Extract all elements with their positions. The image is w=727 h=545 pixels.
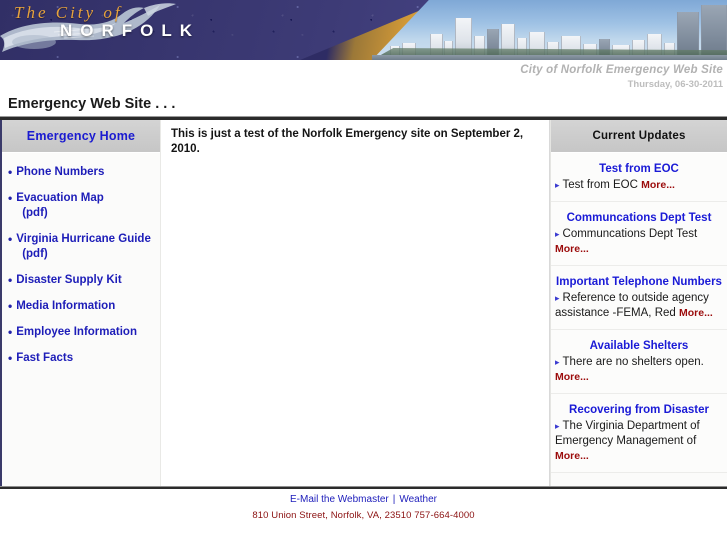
updates-header-label: Current Updates bbox=[592, 130, 686, 142]
main-layout: Emergency Home • Phone Numbers • Evacuat… bbox=[0, 120, 727, 486]
update-more-link[interactable]: More... bbox=[641, 179, 675, 191]
footer-links: E-Mail the Webmaster | Weather bbox=[0, 494, 727, 505]
page-title: Emergency Web Site . . . bbox=[8, 96, 176, 112]
sidebar-item-sublabel: (pdf) bbox=[22, 207, 48, 219]
site-subtitle: City of Norfolk Emergency Web Site bbox=[520, 64, 723, 76]
bullet-icon: • bbox=[8, 165, 13, 179]
update-item: Recovering from Disaster ▸ The Virginia D… bbox=[551, 394, 727, 473]
sidebar-item-label: Media Information bbox=[16, 300, 116, 312]
sidebar-item-label: Employee Information bbox=[16, 326, 137, 338]
updates-header: Current Updates bbox=[551, 120, 727, 153]
sidebar-item-label: Evacuation Map bbox=[16, 192, 104, 204]
sidebar: Emergency Home • Phone Numbers • Evacuat… bbox=[0, 120, 161, 486]
sidebar-item-label: Disaster Supply Kit bbox=[16, 274, 122, 286]
arrow-right-icon: ▸ bbox=[555, 293, 560, 303]
update-more-link[interactable]: More... bbox=[555, 371, 589, 383]
bullet-icon: • bbox=[8, 232, 13, 246]
update-body-text: Test from EOC bbox=[562, 179, 638, 191]
update-body: ▸ The Virginia Department of Emergency Ma… bbox=[555, 419, 723, 464]
footer: E-Mail the Webmaster | Weather 810 Union S… bbox=[0, 489, 727, 521]
update-body-text: The Virginia Department of Emergency Man… bbox=[555, 420, 700, 447]
update-title-link[interactable]: Important Telephone Numbers bbox=[555, 275, 723, 289]
sidebar-item-sublabel: (pdf) bbox=[22, 248, 48, 260]
arrow-right-icon: ▸ bbox=[555, 180, 560, 190]
arrow-right-icon: ▸ bbox=[555, 357, 560, 367]
sidebar-item-evacuation-map[interactable]: • Evacuation Map (pdf) bbox=[2, 191, 160, 221]
current-date: Thursday, 06-30-2011 bbox=[627, 79, 723, 90]
sidebar-item-fast-facts[interactable]: • Fast Facts bbox=[2, 351, 160, 366]
update-body: ▸ Reference to outside agency assistance … bbox=[555, 291, 723, 321]
sidebar-item-label: Phone Numbers bbox=[16, 166, 105, 178]
update-title-link[interactable]: Test from EOC bbox=[555, 162, 723, 176]
bullet-icon: • bbox=[8, 351, 13, 365]
sidebar-item-disaster-supply-kit[interactable]: • Disaster Supply Kit bbox=[2, 273, 160, 288]
update-item: Important Telephone Numbers ▸ Reference t… bbox=[551, 266, 727, 330]
update-body-text: Communcations Dept Test bbox=[562, 228, 698, 240]
sidebar-item-label: Fast Facts bbox=[16, 352, 74, 364]
sidebar-item-media-information[interactable]: • Media Information bbox=[2, 299, 160, 314]
weather-link[interactable]: Weather bbox=[399, 494, 437, 505]
email-webmaster-link[interactable]: E-Mail the Webmaster bbox=[290, 494, 389, 505]
sidebar-nav: • Phone Numbers • Evacuation Map (pdf) •… bbox=[2, 153, 160, 366]
logo-norfolk: NORFOLK bbox=[60, 21, 201, 40]
logo-the-city-of: The City of bbox=[14, 3, 123, 22]
update-item: Test from EOC ▸ Test from EOC More... bbox=[551, 153, 727, 202]
site-banner: The City of NORFOLK bbox=[0, 0, 727, 60]
arrow-right-icon: ▸ bbox=[555, 229, 560, 239]
update-body-text: There are no shelters open. bbox=[562, 356, 704, 368]
update-item: Communcations Dept Test ▸ Communcations D… bbox=[551, 202, 727, 266]
bullet-icon: • bbox=[8, 325, 13, 339]
sidebar-header-label: Emergency Home bbox=[26, 129, 136, 143]
sidebar-item-label: Virginia Hurricane Guide bbox=[16, 233, 151, 245]
update-title-link[interactable]: Communcations Dept Test bbox=[555, 211, 723, 225]
bullet-icon: • bbox=[8, 299, 13, 313]
update-title-link[interactable]: Available Shelters bbox=[555, 339, 723, 353]
sidebar-item-virginia-hurricane-guide[interactable]: • Virginia Hurricane Guide (pdf) bbox=[2, 232, 160, 262]
bullet-icon: • bbox=[8, 273, 13, 287]
current-updates-panel: Current Updates Test from EOC ▸ Test from… bbox=[550, 120, 727, 486]
footer-address: 810 Union Street, Norfolk, VA, 23510 757… bbox=[252, 510, 475, 521]
sidebar-item-employee-information[interactable]: • Employee Information bbox=[2, 325, 160, 340]
sidebar-item-phone-numbers[interactable]: • Phone Numbers bbox=[2, 165, 160, 180]
content-body-text: This is just a test of the Norfolk Emerg… bbox=[171, 128, 524, 155]
update-more-link[interactable]: More... bbox=[679, 307, 713, 319]
update-body: ▸ There are no shelters open. More... bbox=[555, 355, 723, 385]
footer-separator: | bbox=[392, 494, 396, 505]
arrow-right-icon: ▸ bbox=[555, 421, 560, 431]
main-content: This is just a test of the Norfolk Emerg… bbox=[161, 120, 550, 486]
sidebar-header[interactable]: Emergency Home bbox=[2, 120, 160, 153]
update-body: ▸ Test from EOC More... bbox=[555, 178, 723, 193]
subtitle-strip: City of Norfolk Emergency Web Site Thurs… bbox=[0, 60, 727, 92]
update-body: ▸ Communcations Dept Test More... bbox=[555, 227, 723, 257]
update-title-link[interactable]: Recovering from Disaster bbox=[555, 403, 723, 417]
bullet-icon: • bbox=[8, 191, 13, 205]
update-item: Available Shelters ▸ There are no shelter… bbox=[551, 330, 727, 394]
update-more-link[interactable]: More... bbox=[555, 243, 589, 255]
update-more-link[interactable]: More... bbox=[555, 450, 589, 462]
